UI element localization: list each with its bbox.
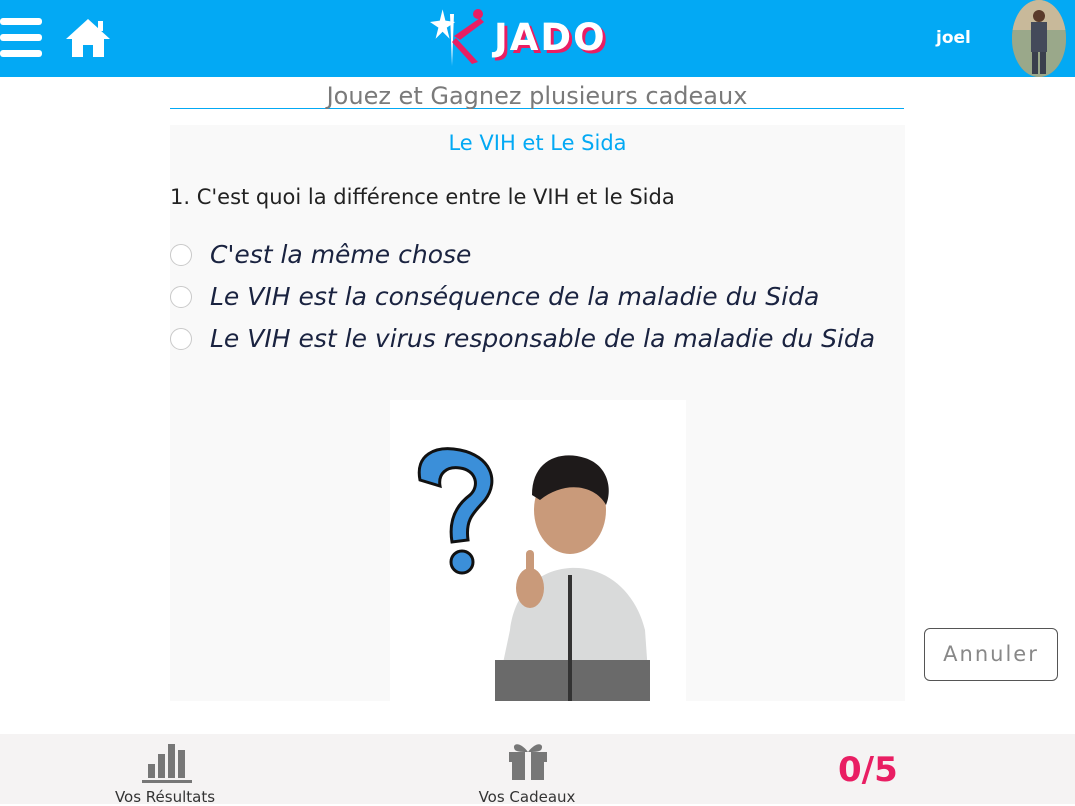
thinking-character-illustration xyxy=(390,400,686,701)
answer-label: Le VIH est la conséquence de la maladie … xyxy=(210,282,820,311)
quiz-panel: Le VIH et Le Sida 1. C'est quoi la diffé… xyxy=(170,125,905,701)
hamburger-menu-button[interactable] xyxy=(0,18,44,58)
answer-label: C'est la même chose xyxy=(210,240,472,269)
gift-icon xyxy=(509,744,547,780)
top-header: JADO joel xyxy=(0,0,1075,77)
username[interactable]: joel xyxy=(936,28,971,48)
radio-button[interactable] xyxy=(170,244,192,266)
question-text: 1. C'est quoi la différence entre le VIH… xyxy=(170,185,675,209)
bottom-navigation: Vos Résultats Vos Cadeaux 0/5 xyxy=(0,734,1075,806)
nav-gifts-label: Vos Cadeaux xyxy=(478,788,576,806)
menu-bar-icon xyxy=(0,34,42,41)
cancel-button[interactable]: Annuler xyxy=(924,628,1058,681)
answer-label: Le VIH est le virus responsable de la ma… xyxy=(210,324,876,353)
menu-bar-icon xyxy=(0,50,42,57)
nav-results-label: Vos Résultats xyxy=(114,788,216,806)
jado-logo[interactable]: JADO xyxy=(428,6,628,70)
page-title: Jouez et Gagnez plusieurs cadeaux xyxy=(170,82,904,110)
home-icon xyxy=(66,19,110,57)
user-avatar[interactable] xyxy=(1012,0,1066,77)
radio-button[interactable] xyxy=(170,286,192,308)
bar-chart-icon xyxy=(142,744,192,783)
home-button[interactable] xyxy=(64,16,112,60)
nav-results[interactable]: Vos Résultats xyxy=(110,734,220,806)
menu-bar-icon xyxy=(0,18,42,25)
score-counter: 0/5 xyxy=(838,750,898,790)
brand-name: JADO xyxy=(494,16,607,59)
radio-button[interactable] xyxy=(170,328,192,350)
user-photo xyxy=(1012,0,1066,77)
nav-gifts[interactable]: Vos Cadeaux xyxy=(472,734,582,806)
quiz-topic: Le VIH et Le Sida xyxy=(448,131,627,155)
star-person-logo-icon xyxy=(430,9,484,66)
